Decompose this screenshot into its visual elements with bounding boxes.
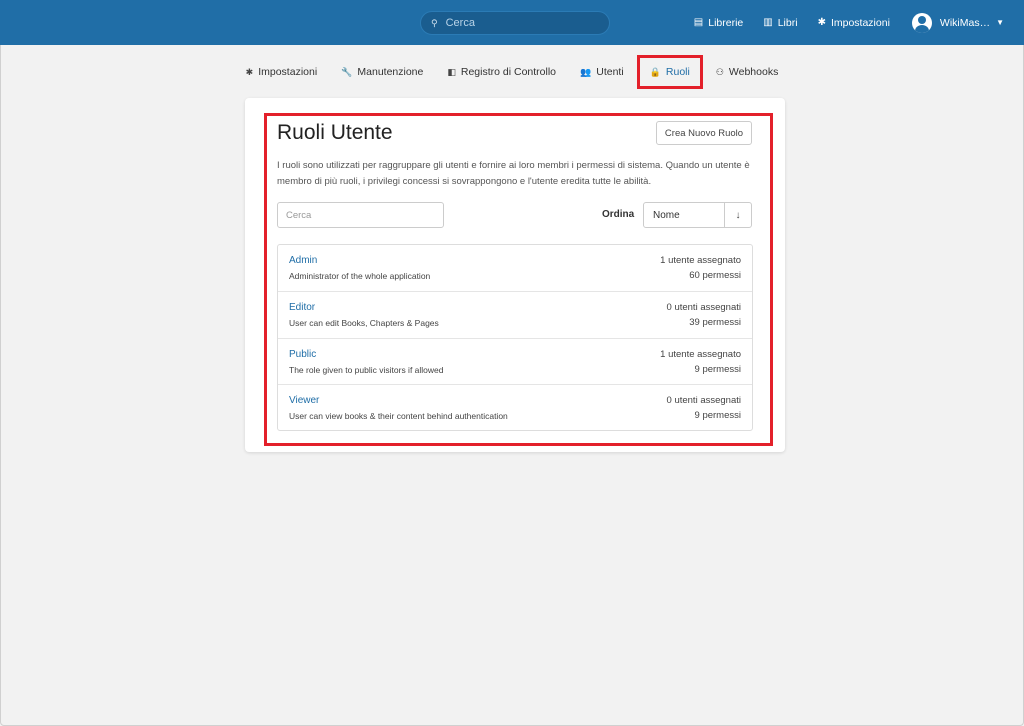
subnav-label: Ruoli xyxy=(665,66,690,78)
subnav-label: Impostazioni xyxy=(258,66,318,78)
library-icon: ▤ xyxy=(693,17,704,28)
roles-filter-input[interactable] xyxy=(277,202,444,228)
sort-label: Ordina xyxy=(602,209,635,220)
header-link-libri[interactable]: ▥ Libri xyxy=(763,17,797,29)
roles-description: I ruoli sono utilizzati per raggruppare … xyxy=(277,160,750,187)
role-link-editor[interactable]: Editor xyxy=(289,302,315,313)
subnav-ruoli[interactable]: 🔒 Ruoli xyxy=(636,55,703,89)
sort-field-select[interactable]: Nome xyxy=(644,203,724,227)
books-icon: ▥ xyxy=(763,17,773,28)
avatar xyxy=(911,12,932,33)
role-description: User can edit Books, Chapters & Pages xyxy=(289,317,439,328)
sort-control: Nome ↓ xyxy=(643,202,752,228)
role-user-count: 0 utenti assegnati xyxy=(666,395,741,407)
list-item: Public The role given to public visitors… xyxy=(278,339,752,386)
role-description: Administrator of the whole application xyxy=(289,271,431,281)
header-nav: ▤ Librerie ▥ Libri ✱ Impostazioni WikiMa… xyxy=(674,0,1004,45)
caret-down-icon: ▼ xyxy=(996,18,1004,27)
gear-icon: ✱ xyxy=(245,66,254,77)
webhook-icon: ⚇ xyxy=(715,66,724,77)
role-link-public[interactable]: Public xyxy=(289,349,316,360)
role-description: User can view books & their content behi… xyxy=(289,411,508,422)
lock-icon: 🔒 xyxy=(649,66,661,77)
subnav-webhooks[interactable]: ⚇ Webhooks xyxy=(712,58,783,86)
role-link-viewer[interactable]: Viewer xyxy=(289,395,319,406)
create-role-button[interactable]: Crea Nuovo Ruolo xyxy=(656,121,752,145)
role-permission-count: 60 permessi xyxy=(689,270,741,281)
subnav-label: Webhooks xyxy=(728,66,779,78)
roles-list: Admin Administrator of the whole applica… xyxy=(277,244,753,431)
header-link-label: Librerie xyxy=(708,16,744,29)
subnav-utenti[interactable]: 👥 Utenti xyxy=(576,58,628,86)
top-header: ⚲ Cerca ▤ Librerie ▥ Libri ✱ Impostazion… xyxy=(0,0,1024,45)
page-title: Ruoli Utente xyxy=(277,121,393,144)
list-item: Editor User can edit Books, Chapters & P… xyxy=(278,292,752,339)
global-search[interactable]: ⚲ Cerca xyxy=(420,11,610,35)
subnav-impostazioni[interactable]: ✱ Impostazioni xyxy=(242,58,322,86)
header-link-impostazioni[interactable]: ✱ Impostazioni xyxy=(818,17,890,29)
header-link-librerie[interactable]: ▤ Librerie xyxy=(694,17,743,29)
list-item: Admin Administrator of the whole applica… xyxy=(278,245,752,292)
subnav-manutenzione[interactable]: 🔧 Manutenzione xyxy=(337,58,427,86)
global-search-placeholder: Cerca xyxy=(445,17,475,29)
subnav-registro-controllo[interactable]: ◧ Registro di Controllo xyxy=(443,58,560,86)
users-icon: 👥 xyxy=(580,66,592,77)
settings-subnav: ✱ Impostazioni 🔧 Manutenzione ◧ Registro… xyxy=(0,55,1024,89)
wrench-icon: 🔧 xyxy=(341,66,353,77)
role-permission-count: 39 permessi xyxy=(689,316,741,328)
role-permission-count: 9 permessi xyxy=(694,410,741,422)
role-user-count: 1 utente assegnato xyxy=(660,255,741,266)
subnav-label: Utenti xyxy=(596,66,624,78)
user-name: WikiMas… xyxy=(939,16,991,29)
header-link-label: Impostazioni xyxy=(830,16,890,29)
role-link-admin[interactable]: Admin xyxy=(289,255,317,266)
role-user-count: 1 utente assegnato xyxy=(660,348,741,360)
subnav-label: Registro di Controllo xyxy=(460,66,557,78)
header-link-label: Libri xyxy=(777,16,798,29)
gear-icon: ✱ xyxy=(817,17,826,28)
role-permission-count: 9 permessi xyxy=(694,363,741,375)
role-description: The role given to public visitors if all… xyxy=(289,364,444,375)
search-icon: ⚲ xyxy=(431,17,438,28)
audit-log-icon: ◧ xyxy=(447,66,456,77)
role-user-count: 0 utenti assegnati xyxy=(666,301,741,313)
list-item: Viewer User can view books & their conte… xyxy=(278,385,752,432)
user-menu[interactable]: WikiMas… ▼ xyxy=(911,12,1004,33)
sort-direction-button[interactable]: ↓ xyxy=(724,203,751,227)
subnav-label: Manutenzione xyxy=(357,66,424,78)
